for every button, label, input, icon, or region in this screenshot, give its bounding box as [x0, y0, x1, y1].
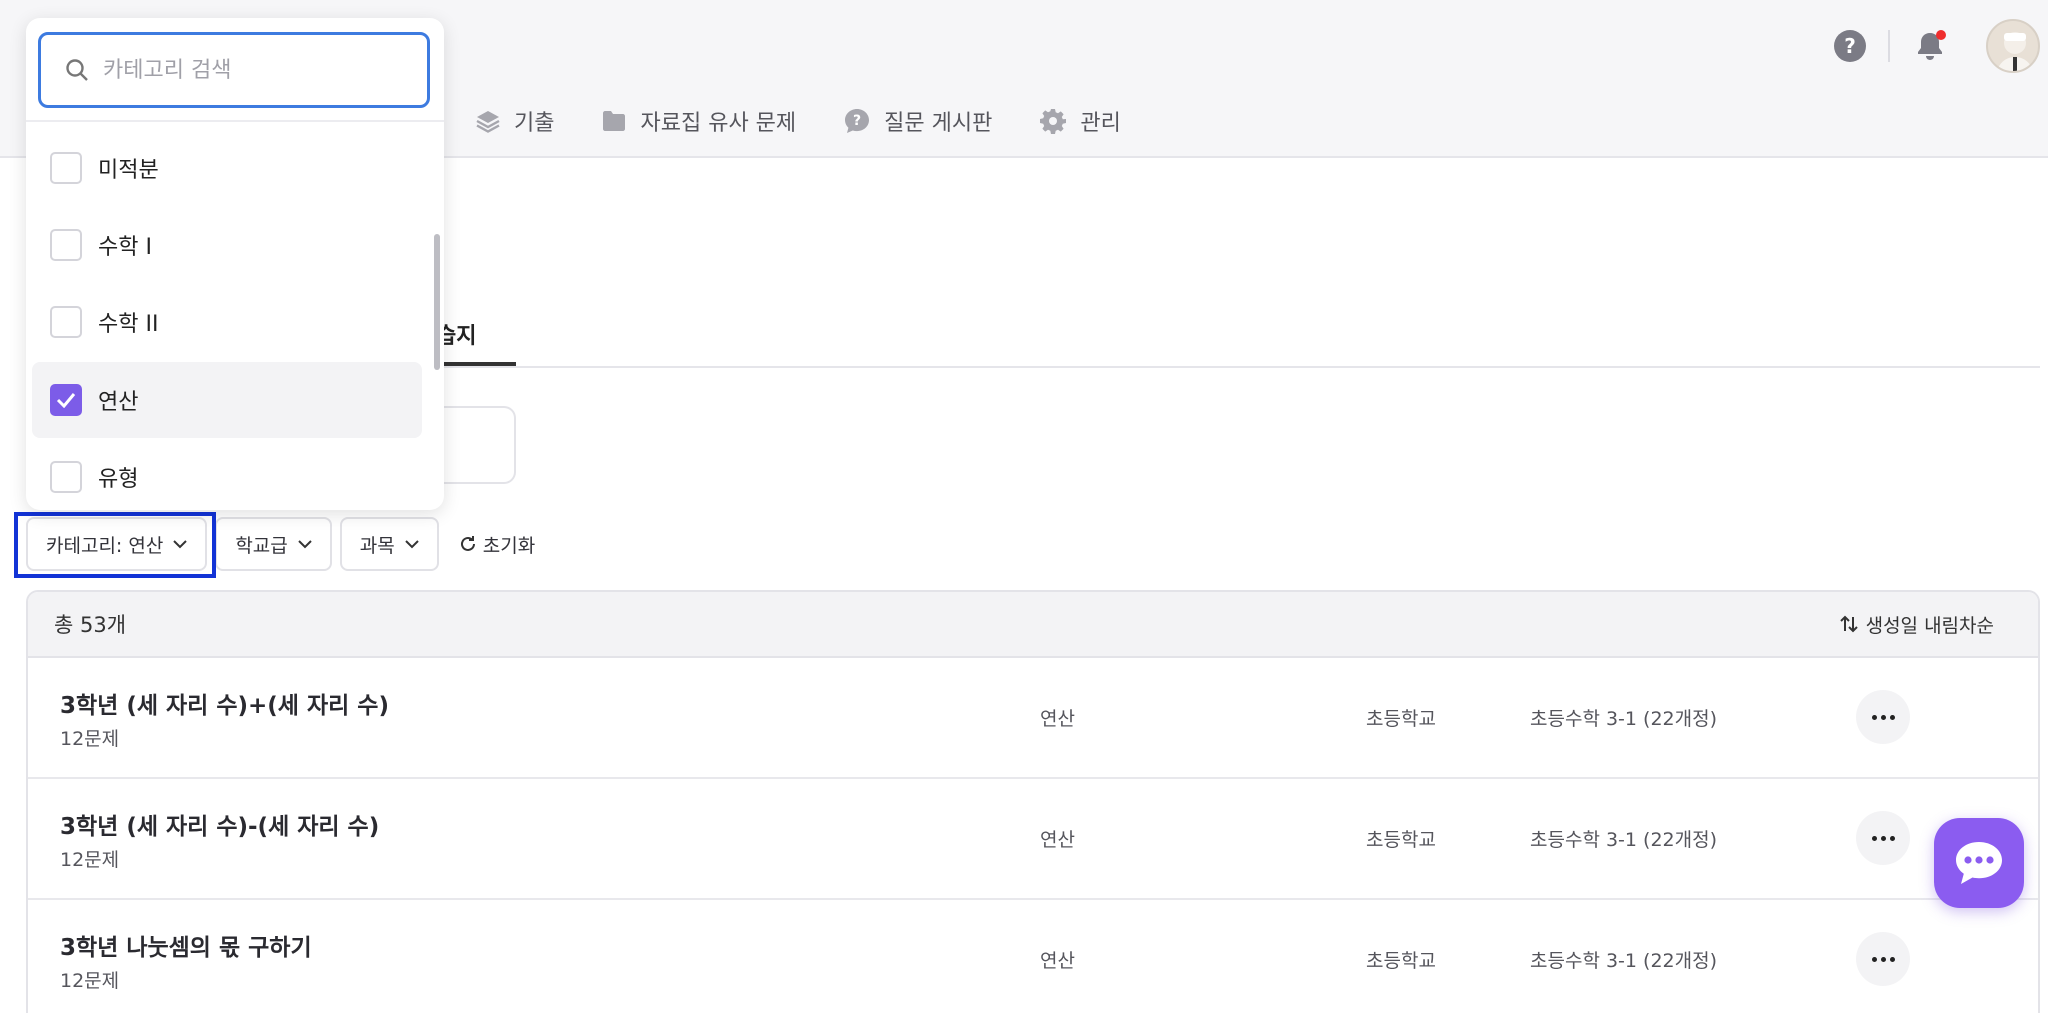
row-category: 연산: [1040, 829, 1075, 851]
category-search-input[interactable]: [103, 57, 403, 83]
more-icon: [1871, 714, 1895, 720]
more-options-button[interactable]: [1856, 690, 1910, 744]
nav-label: 관리: [1080, 111, 1121, 136]
worksheet-table: 총 53개 생성일 내림차순 3학년 (세 자리 수)+(세 자리 수) 12문…: [26, 590, 2040, 1013]
svg-text:?: ?: [853, 113, 861, 129]
chat-support-button[interactable]: [1934, 818, 2024, 908]
check-icon: [56, 393, 76, 408]
question-bubble-icon: ?: [845, 109, 870, 133]
chat-bubble-icon: [1956, 842, 2002, 884]
sort-button[interactable]: 생성일 내림차순: [1839, 611, 1994, 638]
subject-filter-label: 과목: [359, 534, 395, 557]
row-school: 초등학교: [1366, 829, 1436, 851]
help-icon[interactable]: ?: [1834, 30, 1866, 62]
category-option[interactable]: 미적분: [32, 130, 422, 206]
row-title[interactable]: 3학년 (세 자리 수)+(세 자리 수): [60, 686, 389, 720]
reset-label: 초기화: [482, 534, 536, 557]
table-row[interactable]: 3학년 (세 자리 수)+(세 자리 수) 12문제 연산 초등학교 초등수학 …: [28, 658, 2038, 779]
more-icon: [1871, 956, 1895, 962]
nav-label: 기출: [514, 111, 555, 136]
subject-filter-button[interactable]: 과목: [339, 517, 439, 571]
row-count: 12문제: [60, 970, 120, 992]
more-icon: [1871, 835, 1895, 841]
checkbox[interactable]: [50, 461, 82, 493]
nav-item-manage[interactable]: 관리: [1040, 105, 1121, 137]
category-option-label: 수학 II: [98, 312, 159, 337]
checkbox[interactable]: [50, 306, 82, 338]
school-level-filter-button[interactable]: 학교급: [215, 517, 332, 571]
row-course: 초등수학 3-1 (22개정): [1530, 950, 1717, 972]
avatar[interactable]: [1986, 19, 2040, 73]
chevron-down-icon: [298, 539, 312, 548]
category-option[interactable]: 유형: [32, 439, 422, 510]
nav-label: 자료집 유사 문제: [640, 111, 797, 136]
category-list: 미적분 수학 I 수학 II 연산 유형: [26, 122, 444, 510]
nav-item-similar-problems[interactable]: 자료집 유사 문제: [602, 105, 796, 137]
notification-dot: [1936, 30, 1946, 40]
nav-item-past-exams[interactable]: 기출: [476, 105, 554, 137]
checkbox[interactable]: [50, 229, 82, 261]
chevron-down-icon: [405, 539, 419, 548]
row-count: 12문제: [60, 849, 120, 871]
category-option-label: 연산: [98, 390, 139, 415]
header-actions: ?: [1834, 19, 2040, 73]
category-option-label: 수학 I: [98, 235, 152, 260]
category-option[interactable]: 연산: [32, 362, 422, 438]
table-row[interactable]: 3학년 (세 자리 수)-(세 자리 수) 12문제 연산 초등학교 초등수학 …: [28, 779, 2038, 900]
folder-icon: [603, 111, 626, 131]
row-category: 연산: [1040, 950, 1075, 972]
header-divider: [1888, 30, 1890, 62]
category-option-label: 유형: [98, 467, 139, 492]
category-search-box[interactable]: [38, 32, 430, 108]
nav-label: 질문 게시판: [884, 111, 993, 136]
search-icon: [66, 59, 88, 81]
sort-arrows-icon: [1839, 615, 1858, 633]
layers-icon: [476, 111, 500, 133]
checkbox[interactable]: [50, 152, 82, 184]
nav-item-qna-board[interactable]: ? 질문 게시판: [844, 105, 992, 137]
row-title[interactable]: 3학년 나눗셈의 몫 구하기: [60, 928, 312, 962]
row-school: 초등학교: [1366, 708, 1436, 730]
main-nav: 기출 자료집 유사 문제 ? 질문 게시판 관리: [476, 100, 1169, 142]
notification-button[interactable]: [1912, 28, 1948, 64]
sort-label: 생성일 내림차순: [1865, 614, 1994, 637]
reset-filters-button[interactable]: 초기화: [459, 531, 535, 558]
category-option-label: 미적분: [98, 158, 159, 183]
row-title[interactable]: 3학년 (세 자리 수)-(세 자리 수): [60, 807, 379, 841]
school-level-filter-label: 학교급: [235, 534, 288, 557]
row-course: 초등수학 3-1 (22개정): [1530, 829, 1717, 851]
row-school: 초등학교: [1366, 950, 1436, 972]
category-option[interactable]: 수학 II: [32, 284, 422, 360]
more-options-button[interactable]: [1856, 811, 1910, 865]
table-row[interactable]: 3학년 나눗셈의 몫 구하기 12문제 연산 초등학교 초등수학 3-1 (22…: [28, 900, 2038, 1013]
gear-icon: [1040, 109, 1067, 134]
row-course: 초등수학 3-1 (22개정): [1530, 708, 1717, 730]
focus-highlight: [14, 512, 216, 578]
dropdown-scrollbar[interactable]: [434, 234, 440, 370]
category-search-wrap: [26, 18, 444, 122]
total-count: 총 53개: [54, 613, 127, 637]
refresh-icon: [460, 536, 475, 551]
row-count: 12문제: [60, 728, 120, 750]
category-dropdown: 미적분 수학 I 수학 II 연산 유형: [26, 18, 444, 510]
tabs-divider: [420, 366, 2040, 368]
category-option[interactable]: 수학 I: [32, 207, 422, 283]
more-options-button[interactable]: [1856, 932, 1910, 986]
table-header: 총 53개 생성일 내림차순: [28, 592, 2038, 658]
checkbox-checked[interactable]: [50, 384, 82, 416]
row-category: 연산: [1040, 708, 1075, 730]
